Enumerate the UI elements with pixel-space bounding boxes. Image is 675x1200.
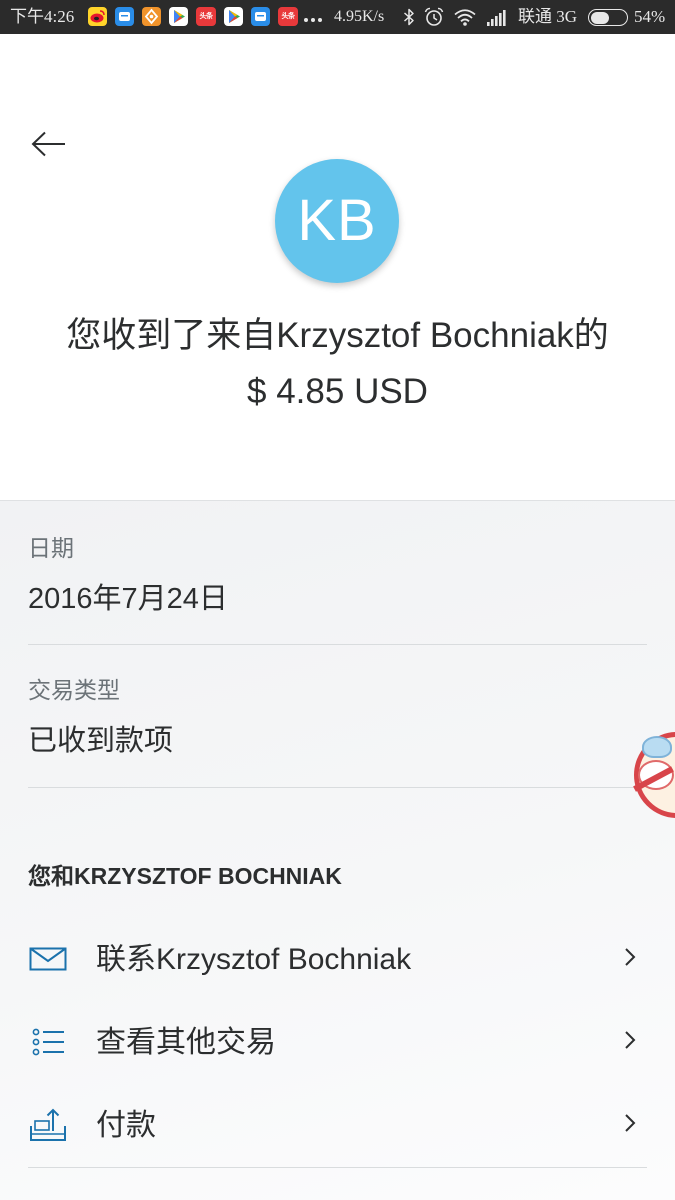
send-payment-label: 付款 [96,1109,156,1142]
toutiao-icon-label: 头条 [199,12,214,20]
divider [28,1167,647,1168]
wifi-icon [454,8,476,31]
mail-icon [29,941,67,977]
transaction-type-label: 交易类型 [28,677,120,703]
status-time: 下午4:26 [10,7,75,26]
transaction-type-value: 已收到款项 [28,725,174,757]
page-title: 您收到了来自Krzysztof Bochniak的 [66,316,609,355]
play-store-icon [224,7,243,26]
play-store-icon [169,7,188,26]
toutiao-icon: 头条 [278,7,298,26]
battery-icon [588,9,628,26]
message-app-icon [251,7,270,26]
contact-sender-label: 联系Krzysztof Bochniak [96,943,412,976]
message-app-icon [115,7,134,26]
toutiao-icon-label: 头条 [281,12,296,20]
back-arrow-icon [31,131,65,157]
send-payment-icon [29,1107,67,1143]
carrier-label: 联通 3G [518,7,578,26]
battery-level-fill [590,11,610,24]
sticker-hat [642,736,672,758]
date-value: 2016年7月24日 [28,583,228,615]
avatar: KB [275,159,399,283]
status-bar: 下午4:26 头条 头条 4.95K/s 联通 3G 54% [0,0,675,34]
chevron-right-icon [624,1030,636,1050]
network-speed: 4.95K/s [334,8,385,25]
signal-icon [487,10,507,31]
list-icon [29,1024,67,1060]
back-button[interactable] [28,128,70,160]
divider [28,787,647,788]
chevron-right-icon [624,1113,636,1133]
bluetooth-icon [403,8,415,31]
send-payment-row[interactable]: 付款 [0,1086,675,1166]
transaction-amount: $ 4.85 USD [247,372,428,411]
floating-sticker[interactable] [632,730,675,820]
transaction-header: KB 您收到了来自Krzysztof Bochniak的 $ 4.85 USD [0,34,675,500]
view-other-transactions-label: 查看其他交易 [96,1026,276,1059]
avatar-initials: KB [297,188,377,253]
view-other-transactions-row[interactable]: 查看其他交易 [0,1003,675,1083]
battery-percent: 54% [634,7,666,26]
toutiao-icon: 头条 [196,7,216,26]
weibo-icon [88,7,107,26]
chevron-right-icon [624,947,636,967]
date-label: 日期 [28,535,74,561]
notification-icons: 头条 头条 [88,7,298,27]
orange-app-icon [142,7,161,26]
divider [28,644,647,645]
more-notifications-icon [304,18,322,22]
alarm-icon [424,7,444,32]
section-title: 您和KRZYSZTOF BOCHNIAK [28,863,342,889]
contact-sender-row[interactable]: 联系Krzysztof Bochniak [0,920,675,1000]
